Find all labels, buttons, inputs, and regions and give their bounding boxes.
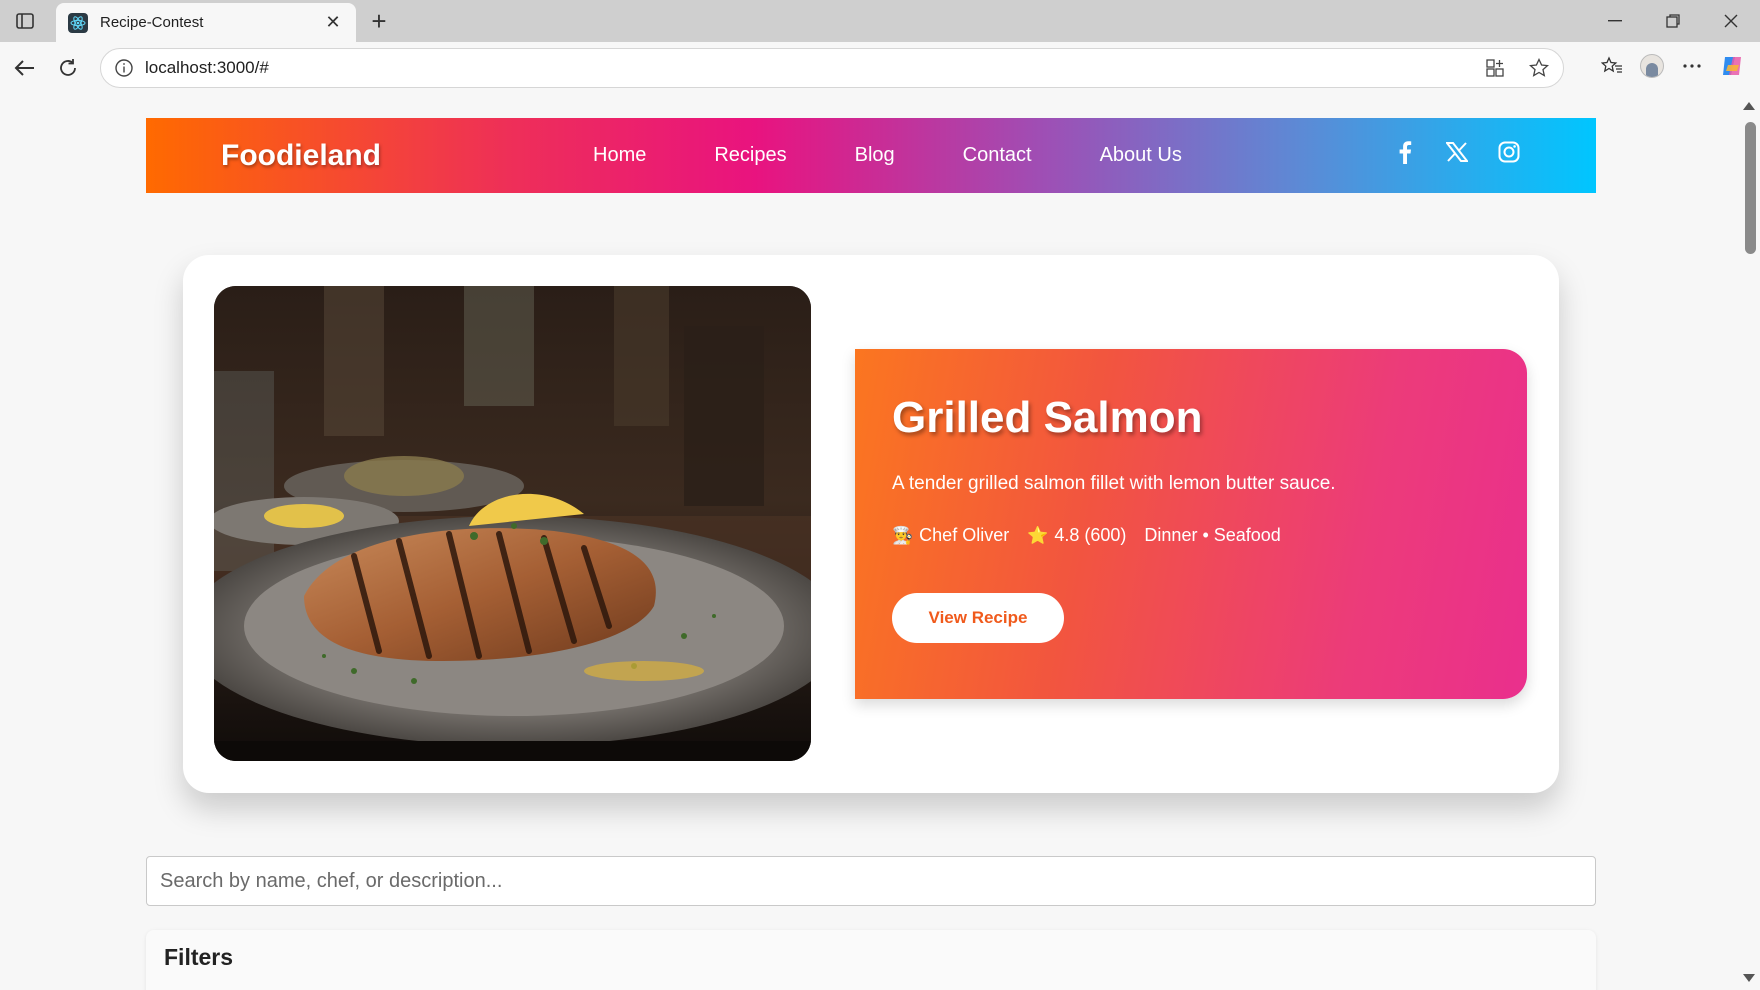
main-menu: Home Recipes Blog Contact About Us <box>593 118 1250 193</box>
chef-icon: 👨‍🍳 <box>892 525 914 545</box>
nav-home[interactable]: Home <box>593 144 646 167</box>
social-links <box>1393 138 1521 166</box>
address-bar[interactable]: localhost:3000/# <box>100 48 1564 88</box>
rating-value: 4.8 (600) <box>1054 525 1127 545</box>
page-viewport: Foodieland Home Recipes Blog Contact Abo… <box>5 94 1740 990</box>
recipe-info-panel: Grilled Salmon A tender grilled salmon f… <box>855 349 1527 699</box>
recipe-image <box>214 286 811 761</box>
x-icon[interactable] <box>1445 138 1469 166</box>
nav-about-us[interactable]: About Us <box>1100 144 1182 167</box>
profile-avatar[interactable] <box>1638 52 1666 80</box>
scroll-thumb[interactable] <box>1745 122 1756 254</box>
recipe-tags: Dinner • Seafood <box>1144 525 1281 545</box>
recipe-title: Grilled Salmon <box>892 393 1203 442</box>
recipe-description: A tender grilled salmon fillet with lemo… <box>892 473 1336 494</box>
browser-tab[interactable]: Recipe-Contest ✕ <box>56 3 356 42</box>
site-logo[interactable]: Foodieland <box>221 139 381 173</box>
close-window-icon[interactable] <box>1702 0 1760 42</box>
copilot-icon[interactable] <box>1718 52 1746 80</box>
nav-recipes[interactable]: Recipes <box>714 144 786 167</box>
filters-title: Filters <box>164 944 234 970</box>
browser-tabbar: Recipe-Contest ✕ + <box>0 0 1760 42</box>
scroll-up-icon[interactable] <box>1743 102 1755 110</box>
recipe-meta: 👨‍🍳 Chef Oliver ⭐ 4.8 (600) Dinner • Sea… <box>892 525 1490 546</box>
url-text: localhost:3000/# <box>145 58 269 77</box>
close-tab-icon[interactable]: ✕ <box>322 12 344 34</box>
favorite-star-icon[interactable] <box>1525 54 1553 82</box>
filters-panel: Filters <box>146 930 1596 990</box>
react-favicon-icon <box>68 12 88 33</box>
nav-contact[interactable]: Contact <box>963 144 1032 167</box>
browser-toolbar: localhost:3000/# <box>0 42 1760 94</box>
reload-icon[interactable] <box>52 52 84 84</box>
rating-info: ⭐ 4.8 (600) <box>1027 525 1126 546</box>
star-icon: ⭐ <box>1027 525 1049 545</box>
more-options-icon[interactable] <box>1678 52 1706 80</box>
tab-title: Recipe-Contest <box>100 14 204 31</box>
back-icon[interactable] <box>8 52 40 84</box>
restore-icon[interactable] <box>1644 0 1702 42</box>
instagram-icon[interactable] <box>1497 138 1521 166</box>
nav-blog[interactable]: Blog <box>855 144 895 167</box>
site-header: Foodieland Home Recipes Blog Contact Abo… <box>146 118 1596 193</box>
chef-name: Chef Oliver <box>919 525 1010 545</box>
minimize-icon[interactable] <box>1586 0 1644 42</box>
facebook-icon[interactable] <box>1393 138 1417 166</box>
app-available-icon[interactable] <box>1481 54 1509 82</box>
chef-info: 👨‍🍳 Chef Oliver <box>892 525 1009 546</box>
scroll-down-icon[interactable] <box>1743 974 1755 982</box>
search-input[interactable] <box>146 856 1596 906</box>
new-tab-button[interactable]: + <box>364 6 394 36</box>
featured-recipe-card: Grilled Salmon A tender grilled salmon f… <box>183 255 1559 793</box>
site-info-icon[interactable] <box>115 59 133 77</box>
view-recipe-button[interactable]: View Recipe <box>892 593 1064 643</box>
favorites-icon[interactable] <box>1598 52 1626 80</box>
tab-actions-icon[interactable] <box>10 8 40 34</box>
page-scrollbar[interactable] <box>1740 94 1760 990</box>
